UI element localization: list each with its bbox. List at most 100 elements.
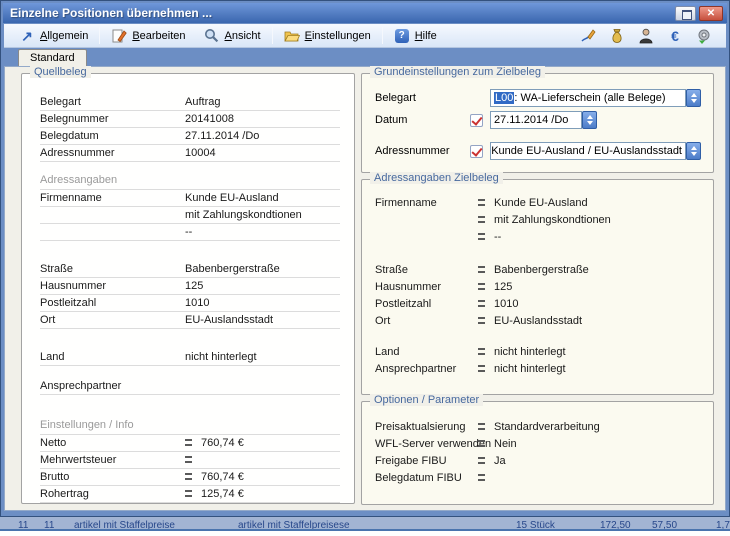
gear-sync-icon[interactable] <box>696 28 712 44</box>
datum-checkbox[interactable] <box>470 114 483 127</box>
field-value: 760,74 € <box>185 471 340 483</box>
toolbar-separator <box>99 27 100 44</box>
equals-icon <box>478 300 485 307</box>
field-row: Landnicht hinterlegt <box>40 349 340 366</box>
field-value: 125 <box>185 280 340 292</box>
equals-icon <box>478 348 485 355</box>
help-icon: ? <box>394 28 410 44</box>
arrow-up-right-icon: ↗ <box>19 28 35 44</box>
bg-cell: 11 <box>44 518 54 531</box>
field-row: Mehrwertsteuer <box>40 452 340 469</box>
equals-icon <box>478 199 485 206</box>
menu-ansicht[interactable]: Ansicht <box>195 26 270 46</box>
background-table-row: 11 11 artikel mit Staffelpreise artikel … <box>0 517 730 531</box>
title-bar[interactable]: Einzelne Positionen übernehmen ... ✕ <box>3 3 727 23</box>
bg-cell: 1,7 <box>716 518 730 531</box>
magnifier-icon <box>204 28 220 44</box>
restore-button[interactable] <box>675 6 696 21</box>
tab-standard[interactable]: Standard <box>18 49 87 66</box>
field-value <box>185 454 340 466</box>
panel-grundeinstellungen-legend: Grundeinstellungen zum Zielbeleg <box>370 66 545 78</box>
menu-hilfe-label: Hilfe <box>415 30 437 42</box>
equals-icon <box>478 216 485 223</box>
field-row: -- <box>40 224 340 241</box>
bg-cell: artikel mit Staffelpreisese <box>238 518 350 531</box>
field-row: Belegdatum27.11.2014 /Do <box>40 128 340 145</box>
field-row: Brutto760,74 € <box>40 469 340 486</box>
field-value: 20141008 <box>185 113 340 125</box>
menu-einstellungen[interactable]: Einstellungen <box>275 26 380 46</box>
field-row: Netto760,74 € <box>40 435 340 452</box>
field-value: Babenbergerstraße <box>494 264 589 276</box>
field-row: FirmennameKunde EU-Ausland <box>40 190 340 207</box>
toolbar-right-icons: € <box>580 28 720 44</box>
field-value: nicht hinterlegt <box>494 346 566 358</box>
datum-row: Datum 27.11.2014 /Do <box>375 110 701 130</box>
field-label: Hausnummer <box>40 280 185 292</box>
bg-cell: 57,50 <box>652 518 677 531</box>
field-label: Belegnummer <box>40 113 185 125</box>
belegart-combobox[interactable]: L00 : WA-Lieferschein (alle Belege) <box>490 89 686 107</box>
field-value: EU-Auslandsstadt <box>494 315 582 327</box>
field-value: 10004 <box>185 147 340 159</box>
field-row: Postleitzahl1010 <box>40 295 340 312</box>
field-row: WFL-Server verwendenNein <box>375 435 703 452</box>
toolbar-separator <box>272 27 273 44</box>
sign-pen-icon[interactable] <box>580 28 596 44</box>
field-row: mit Zahlungskondtionen <box>40 207 340 224</box>
person-icon[interactable] <box>638 28 654 44</box>
menu-bearbeiten-label: Bearbeiten <box>132 30 185 42</box>
bg-cell: 11 <box>18 518 28 531</box>
equals-icon <box>185 439 192 446</box>
folder-settings-icon <box>284 28 300 44</box>
adressnummer-checkbox[interactable] <box>470 145 483 158</box>
bg-cell: 172,50 <box>600 518 631 531</box>
field-value: -- <box>185 226 340 238</box>
field-value: Kunde EU-Ausland <box>494 197 588 209</box>
close-button[interactable]: ✕ <box>699 6 723 21</box>
belegart-row: Belegart L00 : WA-Lieferschein (alle Bel… <box>375 88 701 108</box>
field-value: nicht hinterlegt <box>185 351 340 363</box>
euro-icon[interactable]: € <box>667 28 683 44</box>
field-label: Mehrwertsteuer <box>40 454 185 466</box>
menu-bearbeiten[interactable]: Bearbeiten <box>102 26 194 46</box>
spinner-icon[interactable] <box>686 89 701 107</box>
field-value: 760,74 € <box>185 437 340 449</box>
spinner-icon[interactable] <box>582 111 597 129</box>
field-value: EU-Auslandsstadt <box>185 314 340 326</box>
window-title: Einzelne Positionen übernehmen ... <box>3 6 212 20</box>
field-row: PreisaktualsierungStandardverarbeitung <box>375 418 703 435</box>
menu-einstellungen-label: Einstellungen <box>305 30 371 42</box>
edit-pencil-icon <box>111 28 127 44</box>
field-row: mit Zahlungskondtionen <box>375 211 703 228</box>
field-row: OrtEU-Auslandsstadt <box>40 312 340 329</box>
panel-adressangaben-zielbeleg: Adressangaben Zielbeleg FirmennameKunde … <box>361 179 714 395</box>
dialog-window: Einzelne Positionen übernehmen ... ✕ ↗ A… <box>0 0 730 517</box>
field-value: Auftrag <box>185 96 340 108</box>
field-value: Nein <box>494 438 517 450</box>
datum-field[interactable]: 27.11.2014 /Do <box>490 111 582 129</box>
field-label: Belegdatum <box>40 130 185 142</box>
money-bag-icon[interactable] <box>609 28 625 44</box>
field-row: Adressnummer10004 <box>40 145 340 162</box>
adressnummer-label: Adressnummer <box>375 145 470 157</box>
field-value: 125 <box>494 281 512 293</box>
equals-icon <box>478 365 485 372</box>
datum-label: Datum <box>375 114 470 126</box>
section-header-adressangaben: Adressangaben <box>40 174 340 190</box>
equals-icon <box>478 283 485 290</box>
field-row: Postleitzahl1010 <box>375 295 703 312</box>
menu-allgemein[interactable]: ↗ Allgemein <box>10 26 97 46</box>
field-label: Brutto <box>40 471 185 483</box>
spinner-icon[interactable] <box>686 142 701 160</box>
field-row: Hausnummer125 <box>40 278 340 295</box>
equals-icon <box>478 440 485 447</box>
panel-quellbeleg: Quellbeleg BelegartAuftrag Belegnummer20… <box>21 73 355 504</box>
equals-icon <box>185 490 192 497</box>
equals-icon <box>478 317 485 324</box>
field-row: Landnicht hinterlegt <box>375 343 703 360</box>
menu-hilfe[interactable]: ? Hilfe <box>385 26 446 46</box>
main-toolbar: ↗ Allgemein Bearbeiten Ansicht Einstellu… <box>4 24 726 48</box>
equals-icon <box>185 456 192 463</box>
adressnummer-field[interactable]: 10004: Kunde EU-Ausland / EU-Auslandssta… <box>490 142 686 160</box>
